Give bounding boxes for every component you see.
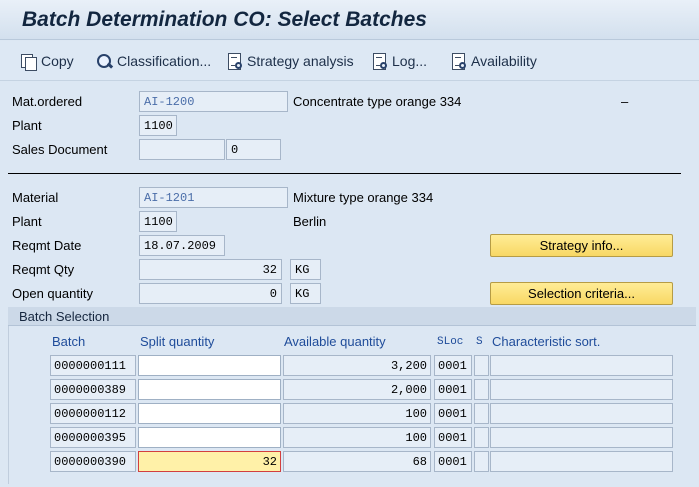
copy-button[interactable]: Copy	[20, 50, 74, 72]
log-document-icon	[371, 52, 388, 70]
s-cell	[474, 403, 489, 424]
column-header-characteristic-sort[interactable]: Characteristic sort.	[492, 334, 600, 349]
characteristic-sort-cell	[490, 403, 673, 424]
availability-document-icon	[450, 52, 467, 70]
mat-ordered-description: Concentrate type orange 334	[293, 94, 462, 109]
reqmt-qty-unit-field[interactable]: KG	[290, 259, 321, 280]
characteristic-sort-cell	[490, 379, 673, 400]
mat-ordered-field[interactable]: AI-1200	[139, 91, 288, 112]
column-header-available-quantity[interactable]: Available quantity	[284, 334, 386, 349]
batch-cell[interactable]: 0000000112	[50, 403, 136, 424]
application-toolbar: Copy Classification... Strategy analysis…	[0, 41, 699, 81]
batch-cell[interactable]: 0000000389	[50, 379, 136, 400]
available-quantity-cell: 3,200	[283, 355, 431, 376]
column-header-s[interactable]: S	[476, 336, 483, 348]
batch-selection-title: Batch Selection	[19, 309, 110, 324]
split-quantity-input[interactable]	[138, 379, 281, 400]
open-quantity-unit-field[interactable]: KG	[290, 283, 321, 304]
plant2-label: Plant	[12, 214, 42, 229]
mat-ordered-dash: –	[621, 94, 629, 109]
strategy-analysis-label: Strategy analysis	[247, 53, 354, 69]
strategy-analysis-button[interactable]: Strategy analysis	[226, 50, 354, 72]
material-label: Material	[12, 190, 59, 205]
characteristic-sort-cell	[490, 427, 673, 448]
sloc-cell: 0001	[434, 427, 472, 448]
material-description: Mixture type orange 334	[293, 190, 434, 205]
copy-label: Copy	[41, 53, 74, 69]
classification-button[interactable]: Classification...	[96, 50, 211, 72]
split-quantity-input[interactable]	[138, 403, 281, 424]
characteristic-sort-cell	[490, 451, 673, 472]
classification-label: Classification...	[117, 53, 212, 69]
plant-label: Plant	[12, 118, 42, 133]
s-cell	[474, 427, 489, 448]
s-cell	[474, 451, 489, 472]
batch-selection-header: Batch Selection	[8, 307, 696, 326]
s-cell	[474, 355, 489, 376]
column-header-split-quantity[interactable]: Split quantity	[140, 334, 214, 349]
strategy-info-button[interactable]: Strategy info...	[490, 234, 673, 257]
plant2-field[interactable]: 1100	[139, 211, 177, 232]
sloc-cell: 0001	[434, 355, 472, 376]
section-separator	[8, 173, 681, 174]
sloc-cell: 0001	[434, 451, 472, 472]
magnifier-icon	[96, 53, 113, 70]
open-quantity-label: Open quantity	[12, 286, 93, 301]
sales-document-field[interactable]	[139, 139, 225, 160]
batch-cell[interactable]: 0000000390	[50, 451, 136, 472]
sales-document-item-field[interactable]: 0	[226, 139, 281, 160]
available-quantity-cell: 2,000	[283, 379, 431, 400]
title-bar: Batch Determination CO: Select Batches	[0, 0, 699, 40]
plant-description: Berlin	[293, 214, 327, 229]
sales-document-label: Sales Document	[12, 142, 108, 157]
mat-ordered-label: Mat.ordered	[12, 94, 83, 109]
reqmt-qty-label: Reqmt Qty	[12, 262, 75, 277]
availability-label: Availability	[471, 53, 537, 69]
split-quantity-input[interactable]	[138, 355, 281, 376]
split-quantity-input[interactable]: 32	[138, 451, 281, 472]
reqmt-qty-field[interactable]: 32	[139, 259, 282, 280]
selection-criteria-button[interactable]: Selection criteria...	[490, 282, 673, 305]
copy-icon	[20, 53, 37, 71]
column-header-sloc[interactable]: SLoc	[437, 336, 463, 348]
available-quantity-cell: 100	[283, 427, 431, 448]
log-button[interactable]: Log...	[371, 50, 427, 72]
batch-cell[interactable]: 0000000111	[50, 355, 136, 376]
page-title: Batch Determination CO: Select Batches	[22, 8, 427, 31]
open-quantity-field[interactable]: 0	[139, 283, 282, 304]
reqmt-date-field[interactable]: 18.07.2009	[139, 235, 225, 256]
document-search-icon	[226, 52, 243, 70]
available-quantity-cell: 100	[283, 403, 431, 424]
reqmt-date-label: Reqmt Date	[12, 238, 82, 253]
characteristic-sort-cell	[490, 355, 673, 376]
sloc-cell: 0001	[434, 379, 472, 400]
sloc-cell: 0001	[434, 403, 472, 424]
material-field[interactable]: AI-1201	[139, 187, 288, 208]
batch-cell[interactable]: 0000000395	[50, 427, 136, 448]
split-quantity-input[interactable]	[138, 427, 281, 448]
plant-field[interactable]: 1100	[139, 115, 177, 136]
s-cell	[474, 379, 489, 400]
available-quantity-cell: 68	[283, 451, 431, 472]
column-header-batch[interactable]: Batch	[52, 334, 85, 349]
log-label: Log...	[392, 53, 428, 69]
availability-button[interactable]: Availability	[450, 50, 537, 72]
